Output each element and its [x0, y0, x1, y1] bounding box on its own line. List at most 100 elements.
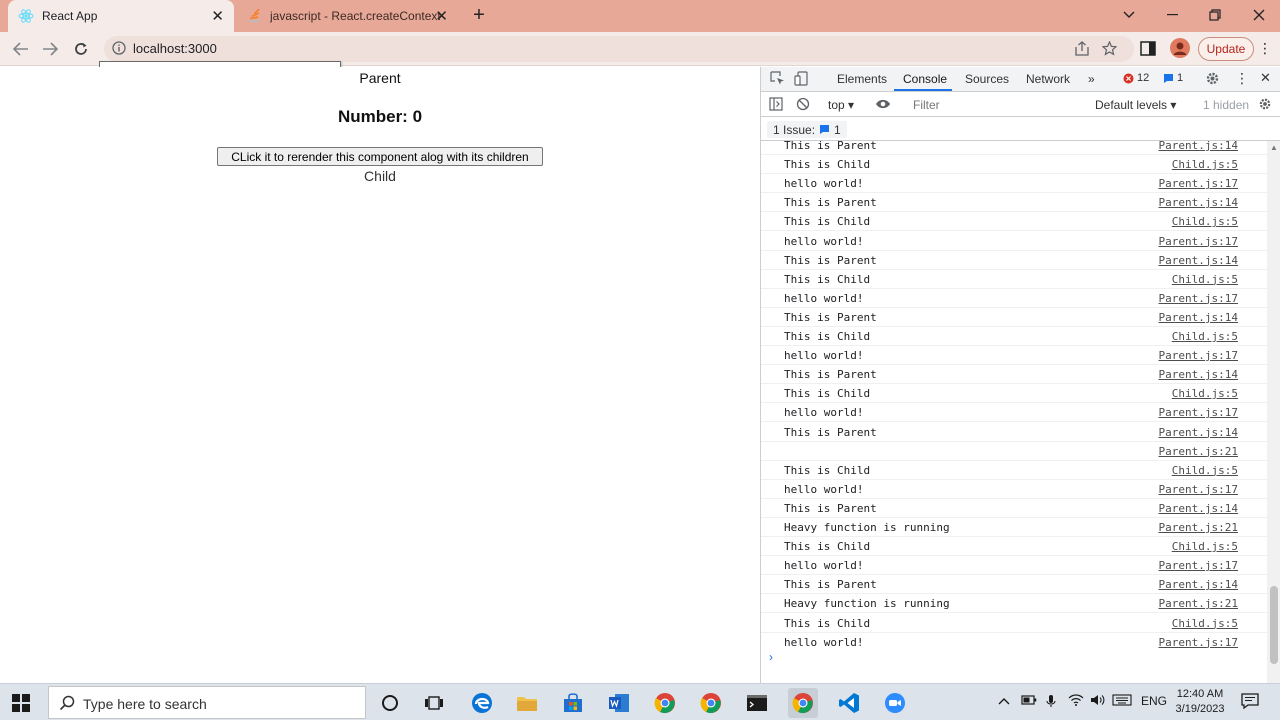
log-source-link[interactable]: Parent.js:14: [1159, 368, 1238, 381]
taskbar-clock[interactable]: 12:40 AM 3/19/2023: [1170, 687, 1230, 717]
log-source-link[interactable]: Parent.js:17: [1159, 559, 1238, 572]
log-source-link[interactable]: Child.js:5: [1172, 273, 1238, 286]
message-badge[interactable]: 1: [1163, 72, 1183, 84]
log-source-link[interactable]: Parent.js:14: [1159, 254, 1238, 267]
tab-network[interactable]: Network: [1026, 72, 1070, 86]
address-bar[interactable]: localhost:3000: [104, 36, 1134, 62]
filter-input[interactable]: [907, 96, 1087, 114]
log-source-link[interactable]: Parent.js:14: [1159, 311, 1238, 324]
device-toolbar-icon[interactable]: [794, 71, 809, 86]
forward-icon[interactable]: [37, 37, 63, 61]
vscode-icon[interactable]: [834, 688, 864, 718]
word-icon[interactable]: [604, 688, 634, 718]
more-icon[interactable]: ⋮: [1235, 70, 1249, 87]
log-source-link[interactable]: Parent.js:14: [1159, 196, 1238, 209]
tab-react-app[interactable]: React App ✕: [8, 0, 234, 32]
rerender-button[interactable]: CLick it to rerender this component alog…: [217, 147, 543, 166]
tab-search-icon[interactable]: [1108, 0, 1150, 30]
console-settings-icon[interactable]: [1258, 97, 1272, 111]
log-source-link[interactable]: Parent.js:17: [1159, 292, 1238, 305]
file-explorer-icon[interactable]: [512, 688, 542, 718]
log-source-link[interactable]: Child.js:5: [1172, 158, 1238, 171]
console-log-row: hello world! Parent.js:17: [761, 346, 1267, 366]
volume-icon[interactable]: [1090, 694, 1106, 709]
wifi-icon[interactable]: [1068, 694, 1084, 709]
hidden-count: 1 hidden: [1203, 98, 1250, 112]
more-tabs-icon[interactable]: »: [1088, 72, 1095, 86]
log-source-link[interactable]: Parent.js:14: [1159, 578, 1238, 591]
log-source-link[interactable]: Parent.js:17: [1159, 349, 1238, 362]
log-source-link[interactable]: Child.js:5: [1172, 464, 1238, 477]
log-source-link[interactable]: Child.js:5: [1172, 215, 1238, 228]
gear-icon[interactable]: [1205, 71, 1220, 86]
log-source-link[interactable]: Child.js:5: [1172, 387, 1238, 400]
language-indicator[interactable]: ENG: [1141, 694, 1167, 708]
scrollbar-thumb[interactable]: [1270, 586, 1278, 664]
reload-icon[interactable]: [68, 37, 94, 61]
console-scrollbar[interactable]: ▲: [1267, 141, 1280, 683]
log-source-link[interactable]: Parent.js:17: [1159, 177, 1238, 190]
chrome-icon[interactable]: [788, 688, 818, 718]
more-icon[interactable]: ⋮: [1258, 40, 1272, 57]
tab-elements[interactable]: Elements: [837, 72, 887, 86]
log-source-link[interactable]: Parent.js:14: [1159, 502, 1238, 515]
microphone-icon[interactable]: [1046, 694, 1056, 711]
tab-stackoverflow[interactable]: javascript - React.createContext p ✕: [236, 0, 458, 32]
log-source-link[interactable]: Parent.js:21: [1159, 597, 1238, 610]
new-tab-button[interactable]: +: [468, 5, 490, 27]
window-close-icon[interactable]: [1238, 0, 1280, 30]
store-icon[interactable]: [558, 688, 588, 718]
log-source-link[interactable]: Child.js:5: [1172, 617, 1238, 630]
close-icon[interactable]: ✕: [1260, 70, 1271, 86]
message-icon: [820, 125, 830, 134]
log-source-link[interactable]: Parent.js:17: [1159, 483, 1238, 496]
edge-icon[interactable]: [467, 688, 497, 718]
cortana-icon[interactable]: [375, 688, 405, 718]
log-source-link[interactable]: Parent.js:14: [1159, 141, 1238, 152]
battery-icon[interactable]: [1021, 694, 1037, 708]
context-selector[interactable]: top ▾: [828, 98, 854, 112]
inspect-element-icon[interactable]: [770, 71, 785, 86]
chrome-icon[interactable]: [696, 688, 726, 718]
log-source-link[interactable]: Parent.js:21: [1159, 445, 1238, 458]
log-levels-dropdown[interactable]: Default levels ▾: [1095, 98, 1176, 112]
task-view-icon[interactable]: [419, 688, 449, 718]
close-icon[interactable]: ✕: [435, 9, 448, 24]
console-prompt[interactable]: ›: [769, 650, 773, 664]
bookmark-star-icon[interactable]: [1101, 40, 1118, 61]
eye-icon[interactable]: [875, 98, 891, 110]
info-icon[interactable]: [112, 41, 126, 60]
side-panel-icon[interactable]: [1140, 41, 1156, 61]
console-log-row: This is Parent Parent.js:14: [761, 308, 1267, 327]
chrome-icon[interactable]: [650, 688, 680, 718]
restore-icon[interactable]: [1194, 0, 1236, 30]
minimize-icon[interactable]: [1152, 0, 1194, 30]
windows-start-icon[interactable]: [12, 694, 30, 712]
log-source-link[interactable]: Parent.js:14: [1159, 426, 1238, 439]
notification-icon[interactable]: [1241, 693, 1259, 712]
taskbar-search[interactable]: Type here to search: [48, 686, 366, 719]
log-source-link[interactable]: Child.js:5: [1172, 540, 1238, 553]
error-badge[interactable]: 12: [1123, 72, 1149, 84]
log-source-link[interactable]: Parent.js:17: [1159, 406, 1238, 419]
log-source-link[interactable]: Parent.js:17: [1159, 636, 1238, 649]
zoom-icon[interactable]: [880, 688, 910, 718]
log-source-link[interactable]: Child.js:5: [1172, 330, 1238, 343]
update-button[interactable]: Update: [1198, 37, 1254, 61]
log-message: This is Child: [784, 330, 871, 343]
log-source-link[interactable]: Parent.js:21: [1159, 521, 1238, 534]
log-source-link[interactable]: Parent.js:17: [1159, 235, 1238, 248]
share-icon[interactable]: [1074, 41, 1090, 61]
sidebar-toggle-icon[interactable]: [769, 97, 783, 111]
tab-console[interactable]: Console: [903, 72, 947, 86]
profile-avatar[interactable]: [1170, 38, 1190, 58]
issues-button[interactable]: 1 Issue: 1: [767, 121, 847, 138]
back-icon[interactable]: [8, 37, 34, 61]
keyboard-icon[interactable]: [1112, 694, 1132, 709]
clear-console-icon[interactable]: [796, 97, 810, 111]
close-icon[interactable]: ✕: [211, 9, 224, 24]
tab-sources[interactable]: Sources: [965, 72, 1009, 86]
terminal-icon[interactable]: [742, 688, 772, 718]
chevron-up-icon[interactable]: [998, 694, 1010, 708]
scroll-up-icon[interactable]: ▲: [1270, 143, 1278, 152]
